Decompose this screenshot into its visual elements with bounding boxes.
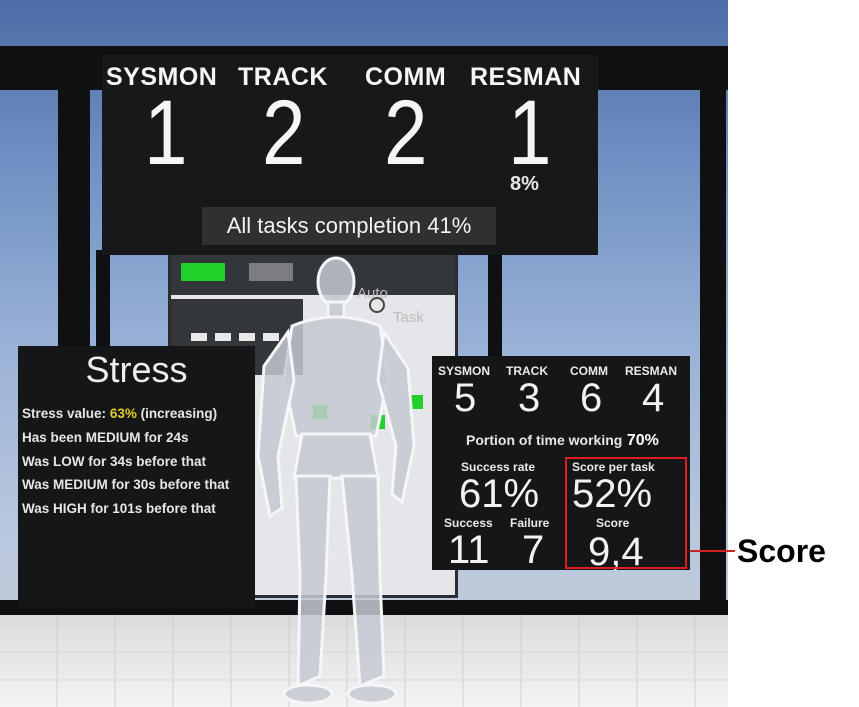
- stats-track-count: 3: [518, 376, 541, 420]
- task-level-panel: SYSMON TRACK COMM RESMAN 1 2 2 1 8% All …: [102, 55, 598, 255]
- time-working: Portion of time working 70%: [466, 432, 659, 450]
- stats-resman-count: 4: [642, 376, 665, 420]
- time-working-value: 70%: [626, 432, 659, 449]
- stress-value-trend: (increasing): [140, 406, 218, 421]
- right-pillar: [700, 80, 726, 640]
- stress-history-line: Has been MEDIUM for 24s: [22, 430, 189, 445]
- failure-count: 7: [522, 528, 545, 572]
- sysmon-level: 1: [144, 82, 188, 184]
- stress-value: 63%: [109, 406, 137, 421]
- all-tasks-completion: All tasks completion 41%: [202, 207, 496, 245]
- stress-value-prefix: Stress value:: [22, 406, 107, 421]
- inner-pillar-right: [488, 250, 502, 360]
- time-working-label: Portion of time working: [466, 432, 623, 448]
- resman-percentage: 8%: [510, 173, 539, 195]
- vr-scene: Auto Task SYSMON TRACK COMM RESMAN 1 2 2…: [0, 0, 728, 707]
- stress-history-line: Was LOW for 34s before that: [22, 454, 207, 469]
- stress-title: Stress: [85, 349, 188, 390]
- stats-sysmon-count: 5: [454, 376, 477, 420]
- gauge-bar: [191, 333, 207, 341]
- success-rate-value: 61%: [459, 472, 540, 516]
- score-callout-label: Score: [737, 533, 826, 569]
- stress-panel: Stress Stress value: 63% (increasing) Ha…: [18, 346, 255, 608]
- success-count: 11: [448, 528, 490, 572]
- stress-value-line: Stress value: 63% (increasing): [22, 406, 217, 421]
- comm-level: 2: [384, 82, 428, 184]
- track-level: 2: [262, 82, 306, 184]
- stats-comm-count: 6: [580, 376, 603, 420]
- callout-connector-line: [690, 550, 735, 552]
- gauge-bar: [215, 333, 231, 341]
- stress-history-line: Was HIGH for 101s before that: [22, 501, 216, 516]
- stress-history-line: Was MEDIUM for 30s before that: [22, 477, 230, 492]
- score-highlight-box: [565, 457, 687, 569]
- resman-level: 1: [508, 82, 552, 184]
- green-indicator-light: [181, 263, 225, 281]
- avatar-figure: [256, 256, 416, 705]
